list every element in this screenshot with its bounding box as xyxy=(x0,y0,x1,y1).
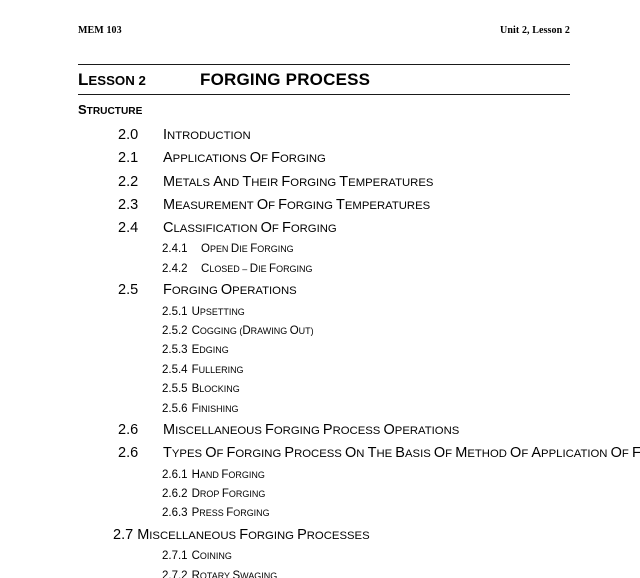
toc-entry[interactable]: 2.5.6 FINISHING xyxy=(0,400,640,419)
toc-entry-label: EDGING xyxy=(191,344,229,357)
toc-entry-number: 2.4 xyxy=(118,220,139,237)
toc-entry-label: OPEN DIE FORGING xyxy=(201,243,294,256)
toc-entry-label: ROTARY SWAGING xyxy=(191,569,278,578)
toc-entry-label: INTRODUCTION xyxy=(163,127,251,143)
page-title: FORGING PROCESS xyxy=(200,70,371,89)
toc-entry-number: 2.4.2 xyxy=(162,262,188,275)
toc-entry-number: 2.3 xyxy=(118,196,139,213)
toc-entry-label: APPLICATIONS OF FORGING xyxy=(163,150,326,167)
toc-entry[interactable]: 2.7.2 ROTARY SWAGING xyxy=(0,567,640,578)
toc-entry-label: 2.7 MISCELLANEOUS FORGING PROCESSES xyxy=(113,526,370,543)
toc-entry-label: FULLERING xyxy=(191,363,244,376)
toc-entry[interactable]: 2.5 FORGING OPERATIONS xyxy=(0,279,640,302)
course-code: MEM 103 xyxy=(78,25,122,36)
toc-entry-number: 2.5.5 xyxy=(162,383,188,396)
toc-entry-number: 2.5.1 xyxy=(162,305,188,318)
lesson-title: LESSON 2 FORGING PROCESS xyxy=(78,69,570,92)
toc-entry-number: 2.1 xyxy=(118,150,139,167)
running-header: MEM 103 Unit 2, Lesson 2 xyxy=(78,25,570,36)
toc-entry-number: 2.4.1 xyxy=(162,243,188,256)
lesson-number-label: LESSON 2 xyxy=(78,70,146,89)
toc-entry-number: 2.6.1 xyxy=(162,468,188,481)
toc-entry-label: MEASUREMENT OF FORGING TEMPERATURES xyxy=(163,196,431,213)
structure-heading: STRUCTURE xyxy=(78,102,143,117)
toc-entry-label: FINISHING xyxy=(191,402,239,415)
toc-entry-label: TYPES OF FORGING PROCESS ON THE BASIS OF… xyxy=(163,445,640,462)
toc-entry-number: 2.0 xyxy=(118,127,139,143)
toc-entry[interactable]: 2.0 INTRODUCTION xyxy=(0,124,640,147)
toc-entry-number: 2.5.4 xyxy=(162,363,188,376)
toc-entry-label: PRESS FORGING xyxy=(191,507,270,520)
toc-entry-label: FORGING OPERATIONS xyxy=(163,282,297,299)
toc-entry-label: COGGING (DRAWING OUT) xyxy=(191,325,314,337)
toc-entry-label: UPSETTING xyxy=(191,305,245,318)
toc-entry[interactable]: 2.6 TYPES OF FORGING PROCESS ON THE BASIS… xyxy=(0,442,640,465)
table-of-contents: 2.0 INTRODUCTION 2.1 APPLICATIONS OF FORGIN… xyxy=(0,124,640,578)
toc-entry[interactable]: 2.4 CLASSIFICATION OF FORGING xyxy=(0,217,640,240)
toc-entry-label: COINING xyxy=(191,550,232,563)
toc-entry[interactable]: 2.6.2 DROP FORGING xyxy=(0,485,640,504)
toc-entry-number: 2.5.3 xyxy=(162,344,188,357)
toc-entry-label: CLOSED – DIE FORGING xyxy=(201,262,313,275)
toc-entry[interactable]: 2.3 MEASUREMENT OF FORGING TEMPERATURES xyxy=(0,194,640,217)
toc-entry-label: MISCELLANEOUS FORGING PROCESS OPERATIONS xyxy=(163,422,460,439)
toc-entry-number: 2.5.2 xyxy=(162,325,188,337)
toc-entry[interactable]: 2.2 METALS AND THEIR FORGING TEMPERATURES xyxy=(0,171,640,194)
toc-entry[interactable]: 2.5.3 EDGING xyxy=(0,341,640,360)
toc-entry[interactable]: 2.7.1 COINING xyxy=(0,547,640,566)
toc-entry-label: DROP FORGING xyxy=(191,488,266,501)
toc-entry-label: HAND FORGING xyxy=(191,468,265,481)
toc-entry-number: 2.6.2 xyxy=(162,488,188,501)
document-page: MEM 103 Unit 2, Lesson 2 LESSON 2 FORGIN… xyxy=(0,0,640,578)
toc-entry-number: 2.5 xyxy=(118,282,139,299)
unit-lesson-label: Unit 2, Lesson 2 xyxy=(500,25,570,36)
toc-entry-number: 2.5.6 xyxy=(162,402,188,415)
toc-entry[interactable]: 2.5.1 UPSETTING xyxy=(0,303,640,322)
toc-entry-label: BLOCKING xyxy=(191,383,240,396)
toc-entry[interactable]: 2.5.4 FULLERING xyxy=(0,361,640,380)
toc-entry-number: 2.7.1 xyxy=(162,550,188,563)
toc-entry[interactable]: 2.5.2 COGGING (DRAWING OUT) xyxy=(0,322,640,341)
toc-entry[interactable]: 2.5.5 BLOCKING xyxy=(0,380,640,399)
toc-entry[interactable]: 2.7 MISCELLANEOUS FORGING PROCESSES xyxy=(0,524,640,547)
toc-entry[interactable]: 2.4.2 CLOSED – DIE FORGING xyxy=(0,260,640,279)
toc-entry[interactable]: 2.4.1 OPEN DIE FORGING xyxy=(0,240,640,259)
title-rule-bottom xyxy=(78,94,570,95)
toc-entry-number: 2.6.3 xyxy=(162,507,188,520)
toc-entry-number: 2.6 xyxy=(118,422,139,439)
title-rule-top xyxy=(78,64,570,65)
toc-entry[interactable]: 2.6 MISCELLANEOUS FORGING PROCESS OPERATI… xyxy=(0,419,640,442)
toc-entry-label: CLASSIFICATION OF FORGING xyxy=(163,220,337,237)
toc-entry[interactable]: 2.1 APPLICATIONS OF FORGING xyxy=(0,147,640,170)
toc-entry-number: 2.6 xyxy=(118,445,139,462)
toc-entry[interactable]: 2.6.3 PRESS FORGING xyxy=(0,504,640,523)
toc-entry-number: 2.7.2 xyxy=(162,569,188,578)
toc-entry[interactable]: 2.6.1 HAND FORGING xyxy=(0,466,640,485)
toc-entry-label: METALS AND THEIR FORGING TEMPERATURES xyxy=(163,173,434,190)
toc-entry-number: 2.2 xyxy=(118,173,139,190)
